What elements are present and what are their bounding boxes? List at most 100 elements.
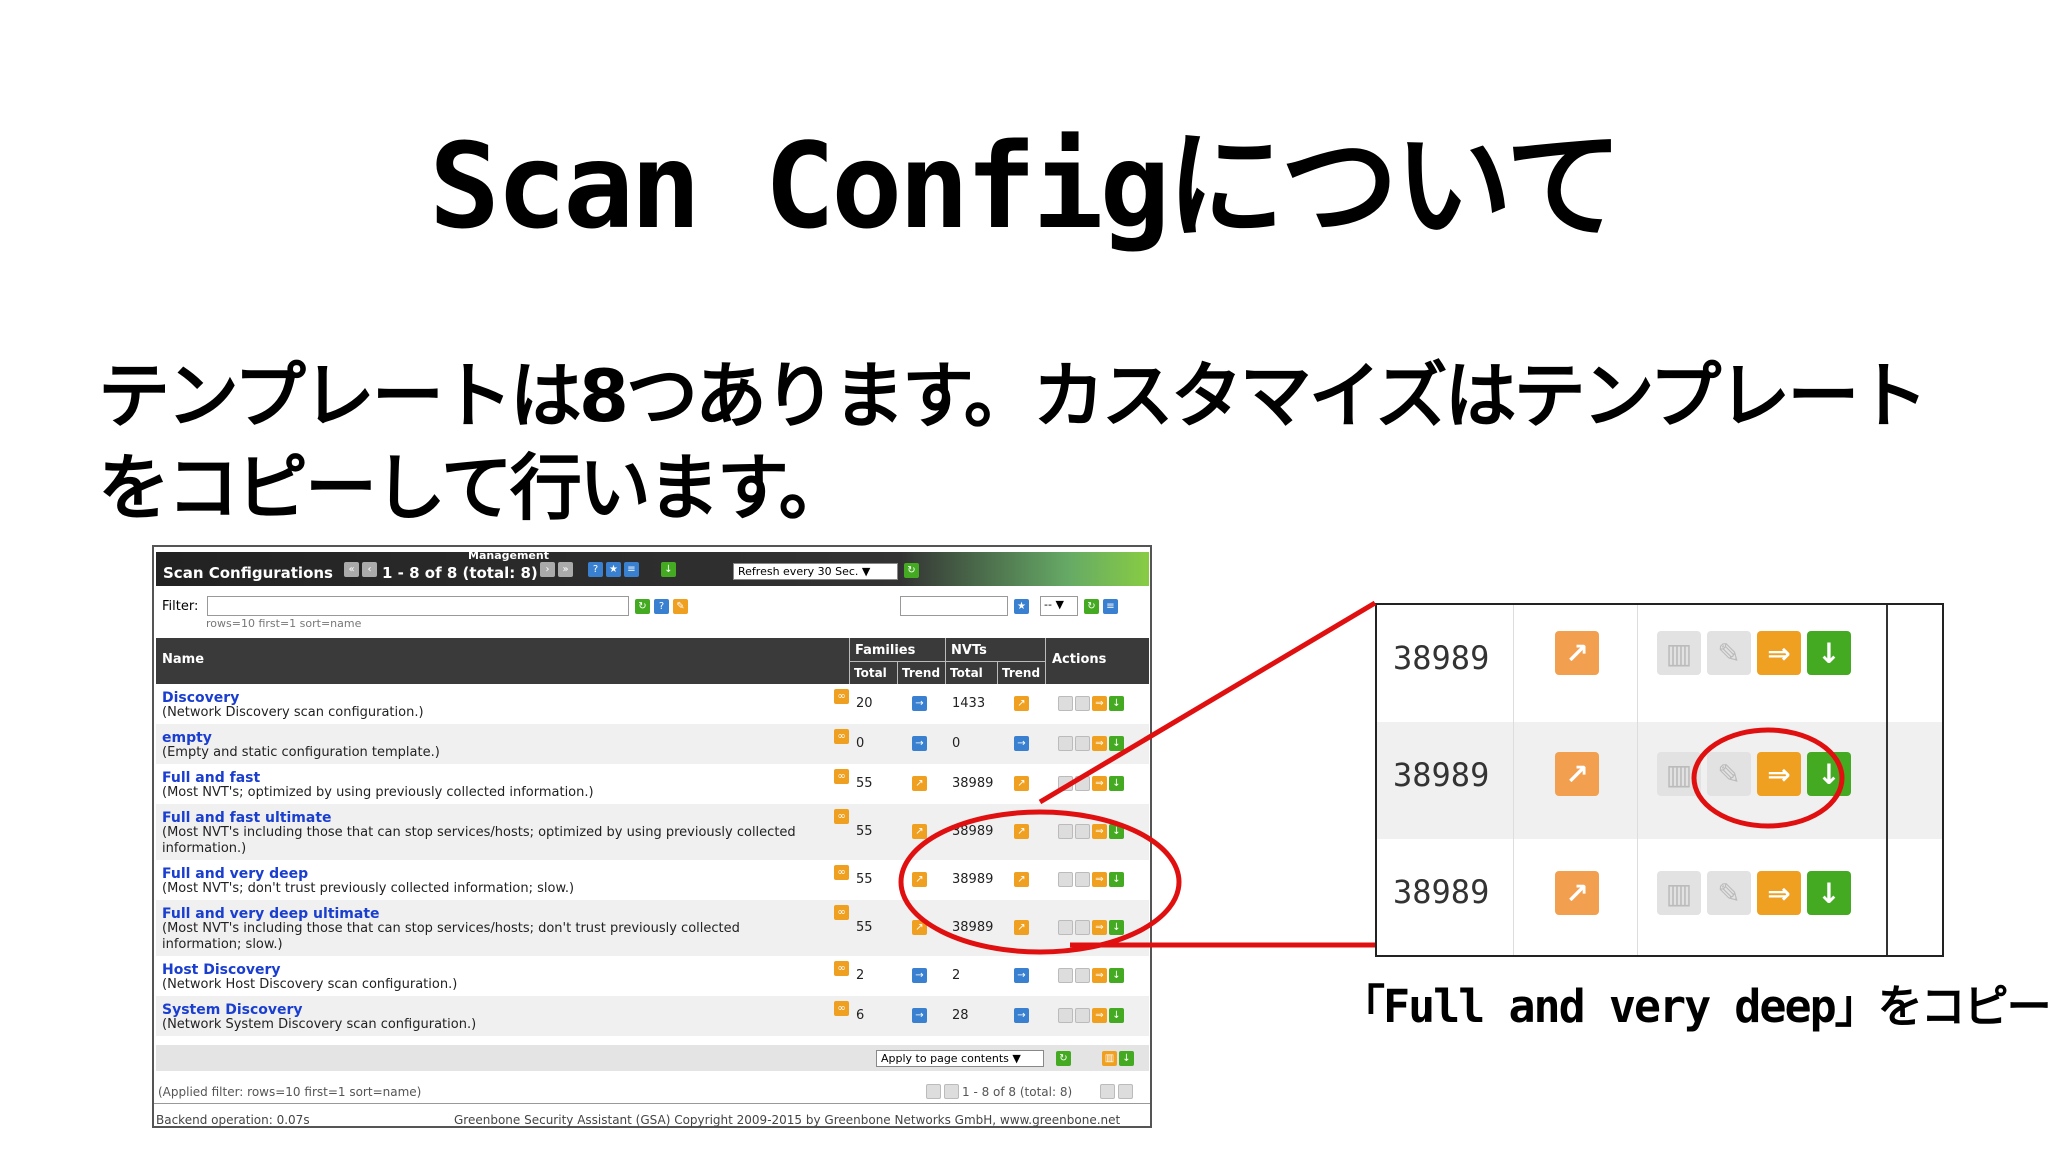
zoom-column-divider [1513,605,1514,955]
filter-refresh-icon[interactable]: ↻ [635,599,650,614]
config-name-link[interactable]: Discovery [162,690,239,706]
apply-to-select[interactable]: Apply to page contents ▼ [876,1050,1044,1067]
config-name-link[interactable]: Full and fast [162,770,260,786]
glasses-icon: ∞ [834,809,849,824]
config-name-link[interactable]: Full and very deep ultimate [162,906,380,922]
families-total: 55 [856,872,873,887]
config-name-link[interactable]: empty [162,730,212,746]
trashcan-icon [1058,920,1073,935]
backend-operation: Backend operation: 0.07s [156,1113,310,1127]
col-families-trend: Trend [897,661,945,684]
families-total: 55 [856,920,873,935]
save-filter-icon[interactable]: ★ [1014,599,1029,614]
clone-icon[interactable]: ⇒ [1757,871,1801,915]
filter-help-icon[interactable]: ? [654,599,669,614]
prev-page-icon[interactable] [944,1084,959,1099]
table-row: Full and very deep (Most NVT's; don't tr… [156,860,1149,900]
clone-icon[interactable]: ⇒ [1092,968,1107,983]
prev-page-icon[interactable]: ‹ [362,562,377,577]
edit-icon [1075,968,1090,983]
clone-icon[interactable]: ⇒ [1092,736,1107,751]
applied-filter: (Applied filter: rows=10 first=1 sort=na… [158,1085,422,1099]
export-icon[interactable]: ↓ [1807,752,1851,796]
export-icon[interactable]: ↓ [1109,824,1124,839]
zoom-caption: 「Full and very deep」をコピー [1340,980,2048,1033]
clone-icon[interactable]: ⇒ [1092,872,1107,887]
trend-icon: → [1014,736,1029,751]
help-icon[interactable]: ? [588,562,603,577]
glasses-icon: ∞ [834,865,849,880]
table-row: Full and very deep ultimate (Most NVT's … [156,900,1149,956]
families-total: 2 [856,968,865,983]
config-name-link[interactable]: Host Discovery [162,962,281,978]
subtitle-line-1: テンプレートは8つあります。カスタマイズはテンプレート [98,354,1928,438]
last-page-icon[interactable]: » [558,562,573,577]
bulk-delete-icon[interactable]: ▥ [1102,1051,1117,1066]
trend-icon: ↗ [912,824,927,839]
trend-icon: ↗ [1014,824,1029,839]
nvts-total: 2 [952,968,961,983]
trend-icon: ↗ [1555,631,1599,675]
edit-icon [1075,872,1090,887]
bulk-refresh-icon[interactable]: ↻ [1056,1051,1071,1066]
trend-icon: → [1014,968,1029,983]
slide-subtitle: テンプレートは8つあります。カスタマイズはテンプレート をコピーして行います。 [98,350,1978,534]
zoom-nvts: 38989 [1393,756,1490,794]
col-nvts-total: Total [945,661,997,684]
clone-icon[interactable]: ⇒ [1092,696,1107,711]
filter-list-icon[interactable]: ≡ [1103,599,1118,614]
bulk-export-icon[interactable]: ↓ [1119,1051,1134,1066]
apply-filter-icon[interactable]: ↻ [1084,599,1099,614]
trend-icon: ↗ [912,920,927,935]
subtitle-line-2: をコピーして行います。 [98,446,851,530]
export-icon[interactable]: ↓ [1109,736,1124,751]
refresh-icon[interactable]: ↻ [904,563,919,578]
config-name-link[interactable]: Full and very deep [162,866,308,882]
config-name-link[interactable]: Full and fast ultimate [162,810,332,826]
export-icon[interactable]: ↓ [1807,631,1851,675]
table-header: Name Families NVTs Actions Total Trend T… [156,638,1149,684]
export-icon[interactable]: ↓ [1807,871,1851,915]
clone-icon[interactable]: ⇒ [1757,631,1801,675]
glasses-icon: ∞ [834,689,849,704]
trend-icon: → [912,696,927,711]
filter-edit-icon[interactable]: ✎ [673,599,688,614]
filter-select[interactable]: -- ▼ [1040,596,1078,616]
export-icon[interactable]: ↓ [1109,872,1124,887]
clone-icon[interactable]: ⇒ [1092,920,1107,935]
config-name-link[interactable]: System Discovery [162,1002,303,1018]
first-page-icon[interactable] [926,1084,941,1099]
export-icon[interactable]: ↓ [1109,920,1124,935]
list-icon[interactable]: ≡ [624,562,639,577]
next-page-icon[interactable] [1100,1084,1115,1099]
clone-icon[interactable]: ⇒ [1092,1008,1107,1023]
first-page-icon[interactable]: « [344,562,359,577]
edit-icon: ✎ [1707,631,1751,675]
zoom-nvts: 38989 [1393,873,1490,911]
nvts-total: 38989 [952,776,994,791]
export-icon[interactable]: ↓ [1109,696,1124,711]
table-row: empty (Empty and static configuration te… [156,724,1149,764]
new-icon[interactable]: ★ [606,562,621,577]
nvts-total: 38989 [952,824,994,839]
last-page-icon[interactable] [1118,1084,1133,1099]
filter-input[interactable] [207,596,629,616]
export-icon[interactable]: ↓ [1109,968,1124,983]
filter-name-input[interactable] [900,596,1008,616]
trashcan-icon [1058,736,1073,751]
families-total: 55 [856,776,873,791]
refresh-select[interactable]: Refresh every 30 Sec. ▼ [733,563,898,580]
next-page-icon[interactable]: › [540,562,555,577]
clone-icon[interactable]: ⇒ [1092,824,1107,839]
clone-icon[interactable]: ⇒ [1092,776,1107,791]
nvts-total: 38989 [952,920,994,935]
export-icon[interactable]: ↓ [1109,1008,1124,1023]
table-row: Discovery (Network Discovery scan config… [156,684,1149,724]
export-icon[interactable]: ↓ [1109,776,1124,791]
clone-icon[interactable]: ⇒ [1757,752,1801,796]
trashcan-icon [1058,696,1073,711]
col-name[interactable]: Name [162,652,204,667]
config-description: (Most NVT's; optimized by using previous… [162,785,594,800]
upload-icon[interactable]: ↓ [661,562,676,577]
pager-text: 1 - 8 of 8 (total: 8) [382,564,538,582]
